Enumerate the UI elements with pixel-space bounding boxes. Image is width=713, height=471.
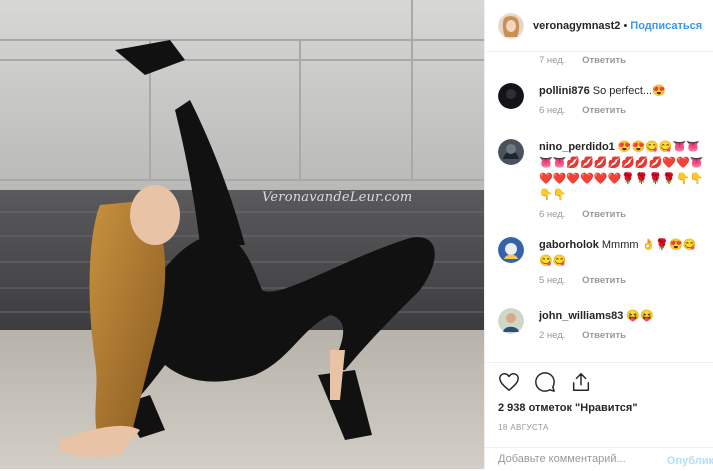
comments-list[interactable]: 7 нед. Ответить pollini876 So perfect...😍… <box>485 52 713 362</box>
comment-time: 6 нед. <box>539 105 566 116</box>
header-separator: • <box>623 19 628 32</box>
list-item: gaborholok Mmmm 👌🌹😍😋😋😋 5 нед. Ответить <box>498 237 710 286</box>
comment-meta: 6 нед. Ответить <box>539 209 710 220</box>
comment-input[interactable] <box>498 453 648 465</box>
avatar[interactable] <box>498 308 524 334</box>
likes-count[interactable]: 2 938 отметок "Нравится" <box>498 402 638 414</box>
comment-meta: 2 нед. Ответить <box>539 330 710 341</box>
avatar[interactable] <box>498 237 524 263</box>
post-side-panel: veronagymnast2 • Подписаться 7 нед. Отве… <box>484 0 713 469</box>
publish-button[interactable]: Опублик <box>667 455 713 467</box>
action-icons <box>498 371 592 393</box>
comment-text: So perfect...😍 <box>592 85 666 97</box>
add-comment-bar: Опублик <box>485 447 713 471</box>
reply-button[interactable]: Ответить <box>582 209 626 220</box>
avatar[interactable] <box>498 139 524 165</box>
comment-username[interactable]: pollini876 <box>539 85 590 97</box>
reply-button[interactable]: Ответить <box>582 275 626 286</box>
photo-watermark: VeronavandeLeur.com <box>262 190 413 205</box>
comment-time: 5 нед. <box>539 275 566 286</box>
heart-icon[interactable] <box>498 371 520 393</box>
photo-image <box>0 0 484 469</box>
comment-time: 6 нед. <box>539 209 566 220</box>
reply-button[interactable]: Ответить <box>582 55 626 66</box>
comment-time: 2 нед. <box>539 330 566 341</box>
author-username[interactable]: veronagymnast2 <box>533 20 620 32</box>
avatar[interactable] <box>498 12 524 39</box>
post-header: veronagymnast2 • Подписаться <box>485 0 713 52</box>
comment-time: 7 нед. <box>539 55 566 66</box>
follow-button[interactable]: Подписаться <box>630 20 702 32</box>
previous-comment-meta: 7 нед. Ответить <box>539 55 626 66</box>
share-icon[interactable] <box>570 371 592 393</box>
list-item: nino_perdido1 😍😍😋😋👅👅👅👅💋💋💋💋💋💋💋❤️❤️👅❤️❤️❤️❤… <box>498 139 710 220</box>
comment-username[interactable]: nino_perdido1 <box>539 141 615 153</box>
post-photo[interactable]: VeronavandeLeur.com <box>0 0 484 469</box>
post-actions: 2 938 отметок "Нравится" 18 АВГУСТА Опуб… <box>485 362 713 470</box>
comment-username[interactable]: john_williams83 <box>539 310 623 322</box>
comment-meta: 6 нед. Ответить <box>539 105 710 116</box>
post-date[interactable]: 18 АВГУСТА <box>498 423 549 432</box>
comment-icon[interactable] <box>534 371 556 393</box>
comment-text: 😝😝 <box>626 310 654 322</box>
list-item: pollini876 So perfect...😍 6 нед. Ответить <box>498 83 710 116</box>
list-item: john_williams83 😝😝 2 нед. Ответить <box>498 308 710 341</box>
avatar[interactable] <box>498 83 524 109</box>
reply-button[interactable]: Ответить <box>582 105 626 116</box>
comment-username[interactable]: gaborholok <box>539 239 599 251</box>
reply-button[interactable]: Ответить <box>582 330 626 341</box>
comment-meta: 5 нед. Ответить <box>539 275 710 286</box>
